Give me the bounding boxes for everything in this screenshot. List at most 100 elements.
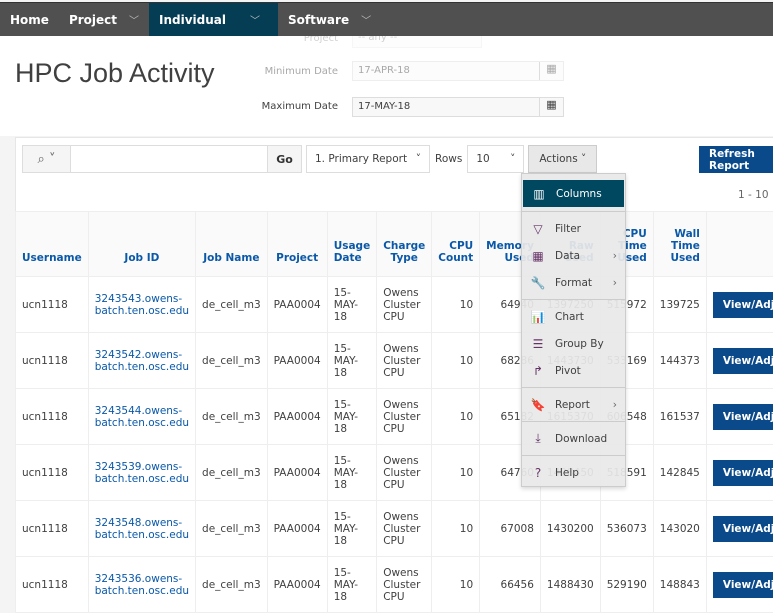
menu-item-filter[interactable]: ▽Filter <box>522 215 625 242</box>
cell-wall: 139725 <box>653 277 706 333</box>
menu-item-columns[interactable]: ▥Columns <box>523 180 624 207</box>
nav-project[interactable]: Project﹀ <box>59 3 149 36</box>
cell-project: PAA0004 <box>267 501 327 557</box>
view-adjust-button[interactable]: View/Adjust <box>713 404 773 430</box>
menu-item-pivot[interactable]: ↱Pivot <box>522 357 625 384</box>
wall-value: 148843 <box>660 579 700 591</box>
calendar-icon[interactable]: ▦ <box>539 62 563 80</box>
job-id-link[interactable]: 3243539.owens-batch.ten.osc.edu <box>95 461 189 485</box>
wall-value: 144373 <box>660 355 700 367</box>
search-bar: ⌕ ˅ Go <box>22 145 302 173</box>
actions-button[interactable]: Actions ˅ <box>528 145 597 173</box>
menu-item-group-by[interactable]: ☰Group By <box>522 330 625 357</box>
menu-item-label: Pivot <box>555 365 581 377</box>
top-nav: Home Project﹀ Individual﹀ Software﹀ <box>0 2 773 36</box>
mem-value: 66456 <box>501 579 534 591</box>
max-date-field[interactable]: 17-MAY-18▦ <box>352 97 564 117</box>
cell-job-name: de_cell_m3 <box>196 557 268 613</box>
wall-value: 143020 <box>660 523 700 535</box>
cell-cpu: 10 <box>432 389 480 445</box>
menu-item-report[interactable]: 🔖Report› <box>522 391 625 418</box>
cell-job-id: 3243536.owens-batch.ten.osc.edu <box>88 557 195 613</box>
view-adjust-button[interactable]: View/Adjust <box>713 292 773 318</box>
wall-value: 161537 <box>660 411 700 423</box>
cell-username: ucn1118 <box>16 445 89 501</box>
view-adjust-button[interactable]: View/Adjust <box>713 460 773 486</box>
job-id-link[interactable]: 3243548.owens-batch.ten.osc.edu <box>95 517 189 541</box>
cell-charge: Owens Cluster CPU <box>377 277 432 333</box>
menu-item-label: Chart <box>555 311 584 323</box>
report-table: UsernameJob IDJob NameProjectUsage DateC… <box>15 211 773 613</box>
cell-action: View/Adjust <box>706 333 773 389</box>
username-value: ucn1118 <box>22 355 68 367</box>
report-select-value: 1. Primary Report <box>315 153 407 165</box>
column-header[interactable]: Username <box>16 212 89 277</box>
cell-project: PAA0004 <box>267 389 327 445</box>
column-header[interactable]: Charge Type <box>377 212 432 277</box>
search-input[interactable] <box>71 146 267 172</box>
nav-individual[interactable]: Individual﹀ <box>149 3 278 36</box>
nav-software[interactable]: Software﹀ <box>278 3 381 36</box>
project-select[interactable]: -- any -- <box>352 36 482 48</box>
chevron-down-icon[interactable]: ﹀ <box>250 12 260 27</box>
column-header[interactable]: Usage Date <box>327 212 377 277</box>
download-icon: ⤓ <box>529 431 547 446</box>
cpu-value: 10 <box>460 411 473 423</box>
menu-item-format[interactable]: 🔧Format› <box>522 269 625 296</box>
chevron-down-icon: ˅ <box>510 153 515 165</box>
cpu-value: 10 <box>460 523 473 535</box>
nav-home[interactable]: Home <box>0 3 59 36</box>
view-adjust-button[interactable]: View/Adjust <box>713 572 773 598</box>
menu-item-help[interactable]: ?Help <box>522 459 625 486</box>
column-header[interactable] <box>706 212 773 277</box>
job-name-value: de_cell_m3 <box>202 355 261 367</box>
column-header[interactable]: CPU Count <box>432 212 480 277</box>
project-value: PAA0004 <box>274 523 321 535</box>
menu-item-chart[interactable]: 📊Chart <box>522 303 625 330</box>
cell-date: 15-MAY-18 <box>327 333 377 389</box>
cell-project: PAA0004 <box>267 333 327 389</box>
date-value: 15-MAY-18 <box>334 567 358 603</box>
chevron-right-icon: › <box>613 399 617 411</box>
rows-select[interactable]: 10˅ <box>467 145 524 173</box>
menu-divider <box>522 211 625 212</box>
username-value: ucn1118 <box>22 411 68 423</box>
wall-value: 139725 <box>660 299 700 311</box>
cpu-time-value: 529190 <box>607 579 647 591</box>
project-value: PAA0004 <box>274 467 321 479</box>
job-id-link[interactable]: 3243544.owens-batch.ten.osc.edu <box>95 405 189 429</box>
chevron-down-icon[interactable]: ﹀ <box>361 12 371 27</box>
chevron-right-icon: › <box>613 250 617 262</box>
calendar-icon[interactable]: ▦ <box>539 98 563 116</box>
menu-divider <box>522 455 625 456</box>
menu-item-label: Data <box>555 250 580 262</box>
cell-username: ucn1118 <box>16 333 89 389</box>
cell-cpu: 10 <box>432 333 480 389</box>
username-value: ucn1118 <box>22 579 68 591</box>
cell-raw: 1488430 <box>540 557 600 613</box>
search-icon[interactable]: ⌕ ˅ <box>23 146 71 172</box>
min-date-field[interactable]: 17-APR-18▦ <box>352 61 564 81</box>
report-select[interactable]: 1. Primary Report˅ <box>306 145 430 173</box>
column-header[interactable]: Job Name <box>196 212 268 277</box>
charge-value: Owens Cluster CPU <box>383 511 420 547</box>
job-id-link[interactable]: 3243542.owens-batch.ten.osc.edu <box>95 349 189 373</box>
view-adjust-button[interactable]: View/Adjust <box>713 348 773 374</box>
column-header[interactable]: Job ID <box>88 212 195 277</box>
menu-item-data[interactable]: ▦Data› <box>522 242 625 269</box>
chevron-down-icon[interactable]: ﹀ <box>129 12 139 27</box>
cell-charge: Owens Cluster CPU <box>377 445 432 501</box>
go-button[interactable]: Go <box>267 146 301 172</box>
column-header[interactable]: Project <box>267 212 327 277</box>
menu-item-download[interactable]: ⤓Download <box>522 425 625 452</box>
menu-item-label: Format <box>555 277 592 289</box>
cell-job-id: 3243542.owens-batch.ten.osc.edu <box>88 333 195 389</box>
refresh-report-button[interactable]: Refresh Report <box>699 146 773 173</box>
view-adjust-button[interactable]: View/Adjust <box>713 516 773 542</box>
cell-project: PAA0004 <box>267 557 327 613</box>
date-value: 15-MAY-18 <box>334 399 358 435</box>
cell-job-name: de_cell_m3 <box>196 277 268 333</box>
column-header[interactable]: Wall Time Used <box>653 212 706 277</box>
job-id-link[interactable]: 3243543.owens-batch.ten.osc.edu <box>95 293 189 317</box>
job-id-link[interactable]: 3243536.owens-batch.ten.osc.edu <box>95 573 189 597</box>
